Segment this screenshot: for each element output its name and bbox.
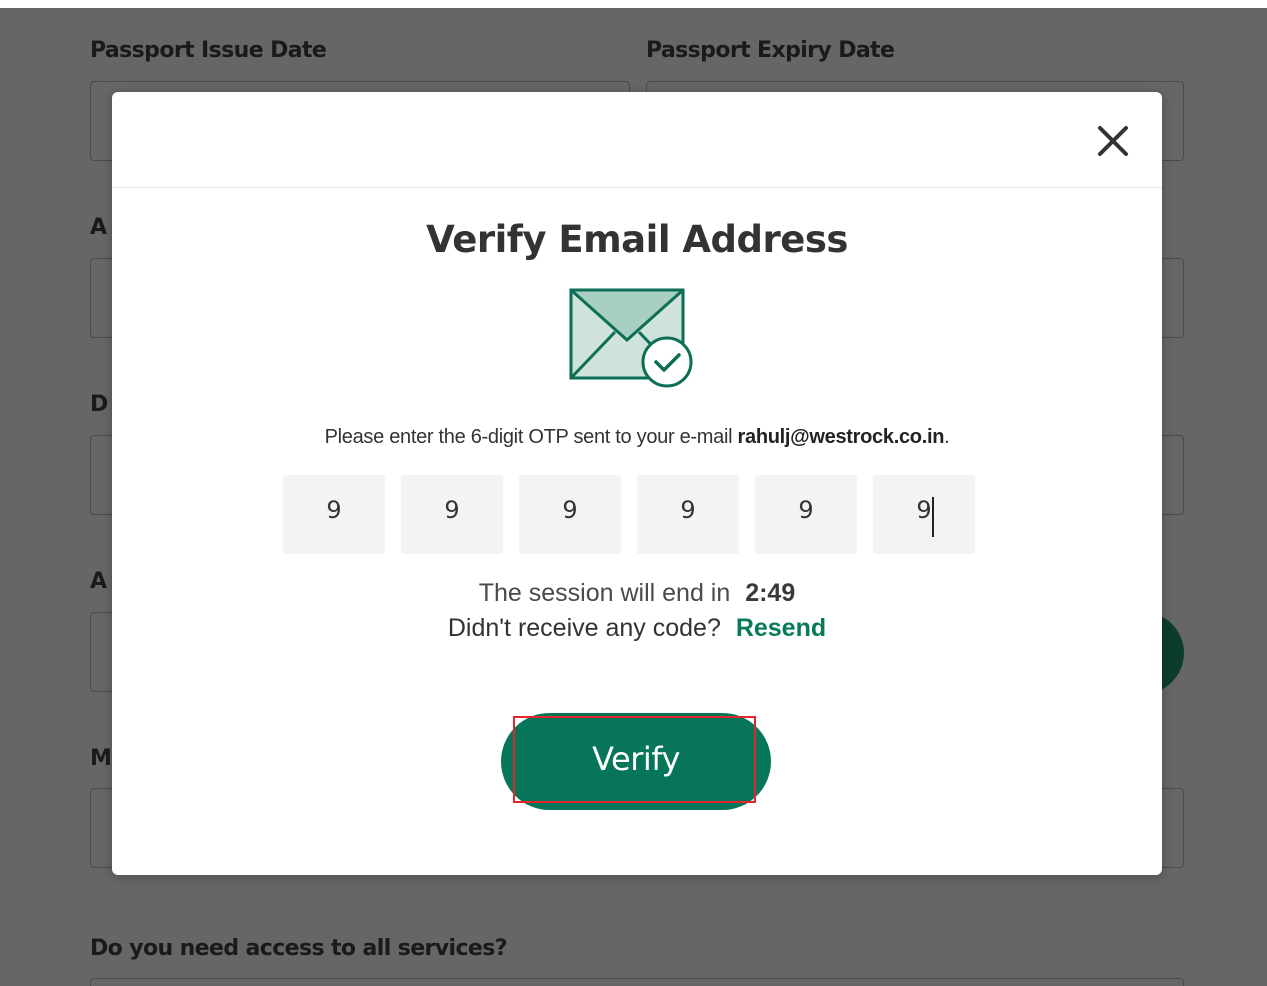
close-icon [1098, 126, 1128, 156]
services-question-label: Do you need access to all services? [90, 936, 507, 961]
no-code-text: Didn't receive any code? [447, 614, 721, 642]
session-timer: 2:49 [745, 579, 796, 607]
otp-input-group: 9 9 9 9 9 9 [283, 475, 983, 555]
session-countdown: The session will end in 2:49 [112, 579, 1162, 608]
verify-button[interactable]: Verify [501, 713, 771, 810]
modal-header [112, 92, 1162, 188]
partial-label: A [90, 569, 107, 594]
close-button[interactable] [1092, 120, 1134, 162]
instruction-suffix: . [944, 426, 950, 448]
otp-digit-3[interactable]: 9 [519, 475, 621, 554]
envelope-check-icon [567, 288, 697, 388]
text-caret [932, 497, 934, 537]
resend-link[interactable]: Resend [736, 614, 826, 642]
partial-label: D [90, 392, 108, 417]
otp-digit-6[interactable]: 9 [873, 475, 975, 554]
otp-digit-1[interactable]: 9 [283, 475, 385, 554]
services-field[interactable] [90, 978, 1184, 986]
otp-digit-5[interactable]: 9 [755, 475, 857, 554]
passport-expiry-label: Passport Expiry Date [646, 38, 895, 63]
resend-prompt: Didn't receive any code? Resend [112, 614, 1162, 643]
otp-instruction: Please enter the 6-digit OTP sent to you… [112, 426, 1162, 449]
partial-label: M [90, 746, 112, 771]
verify-email-modal: Verify Email Address Please enter the 6-… [112, 92, 1162, 875]
passport-issue-label: Passport Issue Date [90, 38, 327, 63]
instruction-text: Please enter the 6-digit OTP sent to you… [324, 426, 733, 448]
otp-digit-2[interactable]: 9 [401, 475, 503, 554]
top-strip [0, 0, 1267, 8]
otp-digit-4[interactable]: 9 [637, 475, 739, 554]
verify-button-label: Verify [592, 739, 680, 778]
partial-label: A [90, 215, 107, 240]
modal-title: Verify Email Address [426, 218, 848, 261]
session-text: The session will end in [478, 579, 731, 607]
email-address: rahulj@westrock.co.in [737, 426, 945, 448]
